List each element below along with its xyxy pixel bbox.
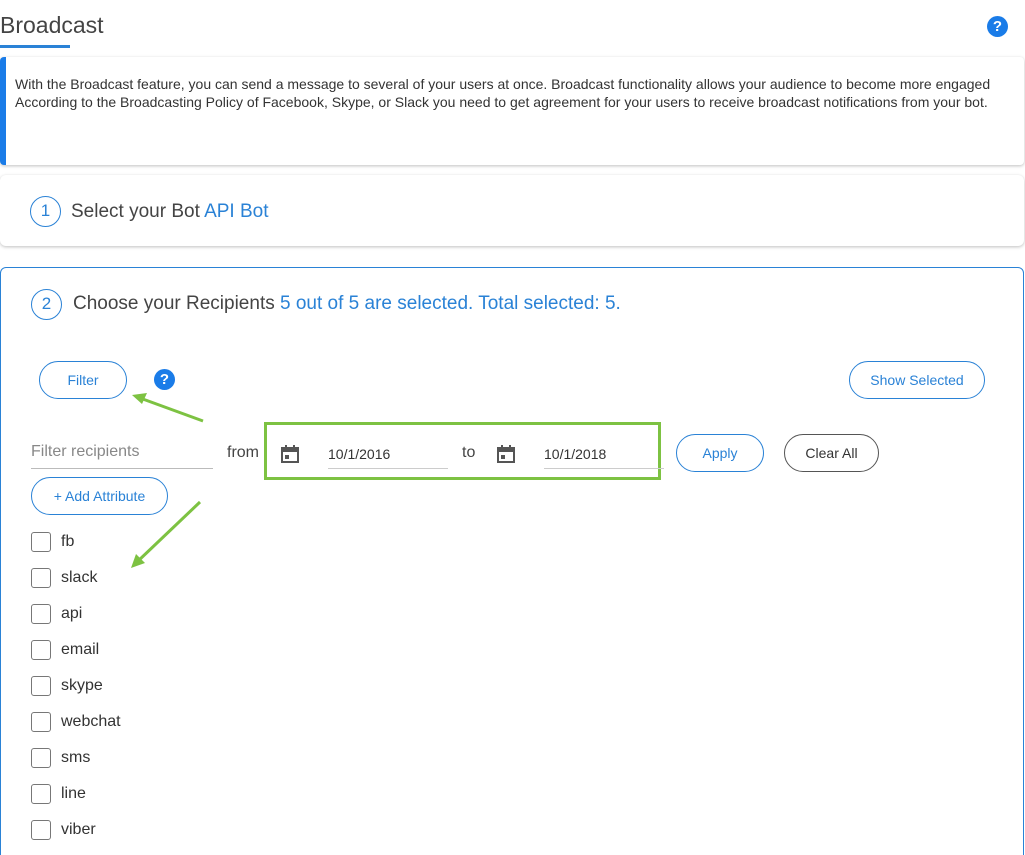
- checkbox[interactable]: [31, 712, 51, 732]
- info-text: With the Broadcast feature, you can send…: [15, 75, 1004, 111]
- checkbox[interactable]: [31, 568, 51, 588]
- checkbox[interactable]: [31, 532, 51, 552]
- show-selected-button[interactable]: Show Selected: [849, 361, 985, 399]
- checkbox[interactable]: [31, 676, 51, 696]
- checkbox[interactable]: [31, 784, 51, 804]
- add-attribute-button[interactable]: + Add Attribute: [31, 477, 168, 515]
- info-line-2: According to the Broadcasting Policy of …: [15, 94, 988, 110]
- checkbox-label: sms: [61, 749, 91, 766]
- calendar-icon[interactable]: [280, 444, 300, 464]
- checkbox[interactable]: [31, 604, 51, 624]
- help-icon[interactable]: ?: [987, 16, 1008, 37]
- step-title: Select your Bot API Bot: [71, 201, 269, 223]
- checkbox-label: email: [61, 641, 100, 658]
- step-title: Choose your Recipients 5 out of 5 are se…: [73, 293, 621, 315]
- selection-summary: 5 out of 5 are selected. Total selected:…: [280, 293, 621, 314]
- filter-button[interactable]: Filter: [39, 361, 127, 399]
- step-choose-recipients: 2 Choose your Recipients 5 out of 5 are …: [0, 267, 1024, 855]
- apply-button[interactable]: Apply: [676, 434, 764, 472]
- info-line-1: With the Broadcast feature, you can send…: [15, 76, 991, 92]
- checkbox[interactable]: [31, 640, 51, 660]
- step-label: Select your Bot: [71, 201, 200, 222]
- clear-all-button[interactable]: Clear All: [784, 434, 879, 472]
- from-date-field[interactable]: 10/1/2016: [328, 441, 448, 469]
- help-icon[interactable]: ?: [154, 369, 175, 390]
- to-label: to: [462, 444, 476, 461]
- checkbox[interactable]: [31, 748, 51, 768]
- checkbox-label: slack: [61, 569, 98, 586]
- checkbox-label: viber: [61, 821, 96, 838]
- checkbox-label: skype: [61, 677, 103, 694]
- to-date-field[interactable]: 10/1/2018: [544, 441, 664, 469]
- from-label: from: [227, 444, 259, 461]
- step-select-bot: 1 Select your Bot API Bot: [0, 175, 1024, 246]
- info-card: With the Broadcast feature, you can send…: [0, 57, 1024, 165]
- checkbox-label: fb: [61, 533, 75, 550]
- step-label: Choose your Recipients: [73, 293, 275, 314]
- title-underline: [0, 45, 70, 48]
- checkbox-label: line: [61, 785, 86, 802]
- selected-bot-link[interactable]: API Bot: [204, 201, 268, 222]
- filter-recipients-input[interactable]: [31, 436, 213, 469]
- step-number: 1: [30, 196, 61, 227]
- step-number: 2: [31, 289, 62, 320]
- checkbox-label: webchat: [61, 713, 121, 730]
- page-title: Broadcast: [0, 12, 104, 38]
- calendar-icon[interactable]: [496, 444, 516, 464]
- checkbox-label: api: [61, 605, 83, 622]
- checkbox[interactable]: [31, 820, 51, 840]
